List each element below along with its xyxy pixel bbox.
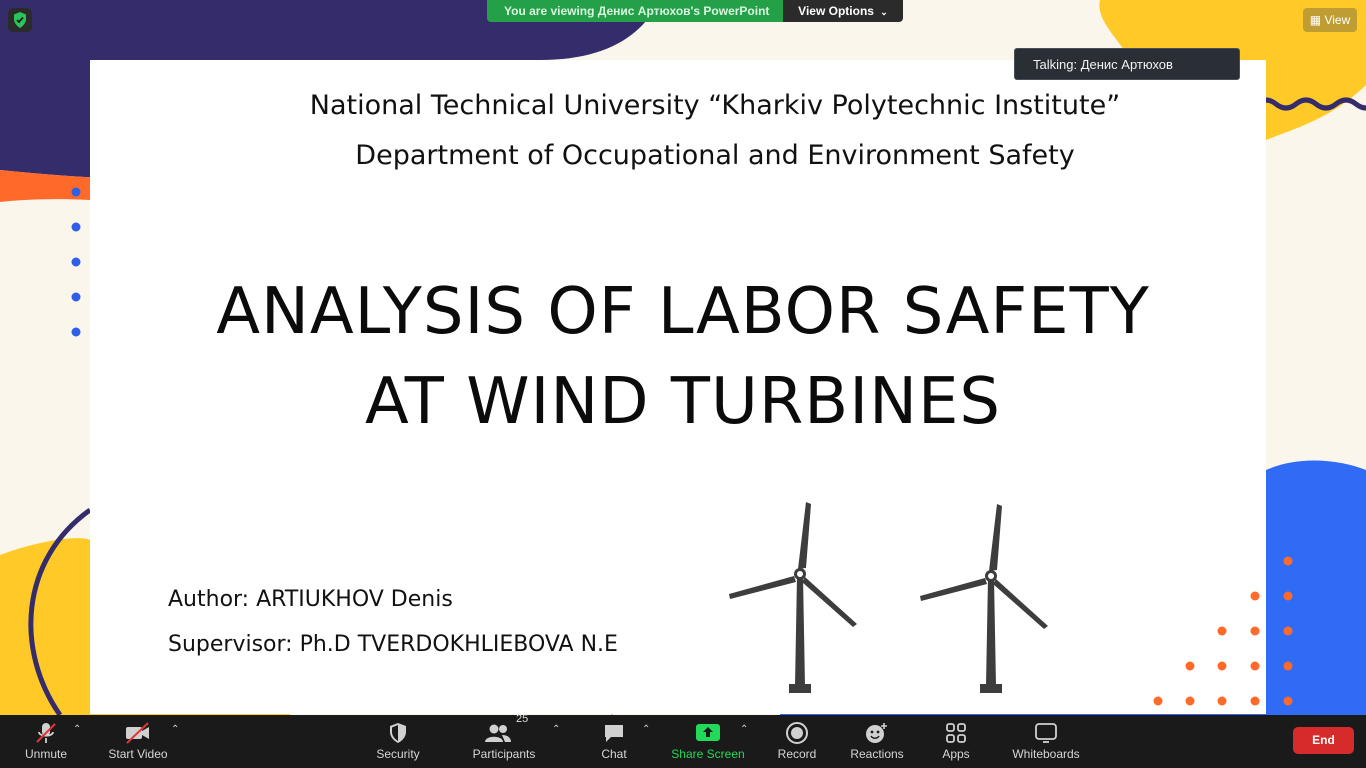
shield-icon: [14, 12, 26, 28]
participants-button[interactable]: 25 Participants: [470, 713, 538, 768]
apps-label: Apps: [942, 747, 970, 761]
view-options-label: View Options: [798, 4, 874, 18]
talking-indicator: Talking: Денис Артюхов: [1014, 48, 1240, 80]
wind-turbine-icon: [920, 504, 1048, 693]
video-muted-icon: [126, 722, 149, 744]
participants-label: Participants: [472, 747, 536, 761]
wind-turbine-icon: [729, 502, 857, 693]
share-screen-button[interactable]: Share Screen: [670, 715, 746, 768]
start-video-label: Start Video: [108, 747, 168, 761]
start-video-button[interactable]: Start Video: [104, 715, 172, 768]
chevron-up-icon[interactable]: ⌃: [642, 724, 650, 735]
share-screen-label: Share Screen: [671, 747, 745, 761]
mic-muted-icon: [36, 723, 56, 743]
view-button-label: View: [1324, 13, 1351, 27]
chevron-up-icon[interactable]: ⌃: [171, 724, 179, 735]
record-label: Record: [777, 747, 817, 761]
department-name: Department of Occupational and Environme…: [355, 140, 1075, 171]
grid-view-icon: ▦: [1309, 13, 1322, 27]
security-shield-icon[interactable]: [8, 8, 32, 32]
security-label: Security: [376, 747, 420, 761]
participants-count: 25: [516, 713, 529, 725]
security-button[interactable]: Security: [370, 715, 426, 768]
supervisor-line: Supervisor: Ph.D TVERDOKHLIEBOVA N.E: [168, 632, 618, 657]
orange-dot-grid: [1153, 556, 1293, 706]
chevron-up-icon[interactable]: ⌃: [552, 724, 560, 735]
viewing-share-banner: You are viewing Денис Артюхов's PowerPoi…: [487, 0, 787, 22]
chat-button[interactable]: Chat: [590, 715, 638, 768]
security-icon: [390, 723, 406, 743]
record-icon: [786, 722, 808, 744]
apps-button[interactable]: Apps: [934, 715, 978, 768]
whiteboard-icon: [1035, 723, 1057, 743]
reactions-icon: [866, 723, 887, 743]
author-line: Author: ARTIUKHOV Denis: [168, 587, 453, 612]
view-options-button[interactable]: View Options ⌄: [783, 0, 903, 22]
record-button[interactable]: Record: [770, 715, 824, 768]
chevron-down-icon: ⌄: [880, 7, 888, 17]
unmute-button[interactable]: Unmute: [16, 715, 76, 768]
meeting-toolbar: Unmute ⌃ Start Video ⌃ Security 25 Parti…: [0, 713, 1366, 768]
apps-icon: [946, 723, 966, 743]
chat-icon: [605, 725, 623, 742]
whiteboards-label: Whiteboards: [1012, 747, 1080, 761]
chevron-up-icon[interactable]: ⌃: [73, 724, 81, 735]
chevron-up-icon[interactable]: ⌃: [740, 724, 748, 735]
view-button[interactable]: ▦ View: [1303, 8, 1357, 32]
whiteboards-button[interactable]: Whiteboards: [1008, 715, 1084, 768]
unmute-label: Unmute: [24, 747, 68, 761]
university-name: National Technical University “Kharkiv P…: [309, 90, 1121, 121]
slide-title-line2: AT WIND TURBINES: [364, 365, 1002, 439]
share-screen-icon: [696, 724, 720, 741]
wind-turbines-illustration: [729, 502, 1048, 693]
chat-label: Chat: [601, 747, 627, 761]
end-meeting-button[interactable]: End: [1293, 727, 1354, 754]
presentation-slide: National Technical University “Kharkiv P…: [90, 60, 1266, 714]
reactions-button[interactable]: Reactions: [846, 715, 908, 768]
reactions-label: Reactions: [850, 747, 904, 761]
slide-title-line1: ANALYSIS OF LABOR SAFETY: [216, 275, 1150, 349]
shared-screen-area: National Technical University “Kharkiv P…: [0, 0, 1366, 715]
participants-icon: [485, 724, 511, 742]
